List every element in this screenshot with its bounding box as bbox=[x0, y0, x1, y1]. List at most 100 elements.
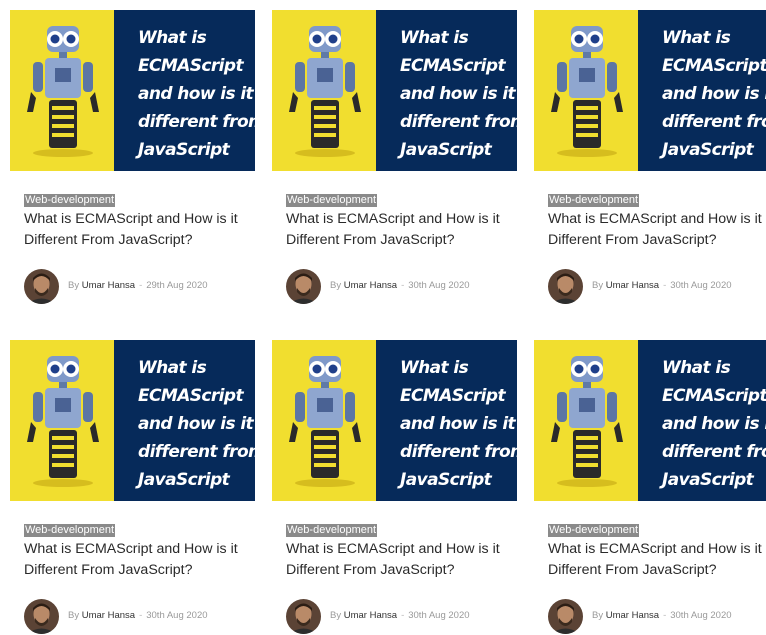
thumbnail-line: What is bbox=[138, 358, 207, 378]
thumbnail-line: What is bbox=[138, 28, 207, 48]
thumbnail-line: JavaScript bbox=[400, 140, 492, 160]
by-label: By bbox=[592, 610, 604, 621]
post-byline: By Umar Hansa -30th Aug 2020 bbox=[68, 610, 208, 621]
category-tag[interactable]: Web-development bbox=[286, 524, 378, 537]
post-thumbnail[interactable]: What is ECMAScript and how is it differe… bbox=[272, 340, 517, 501]
meta-separator: - bbox=[401, 610, 405, 621]
thumbnail-line: ECMAScript bbox=[400, 56, 506, 76]
by-label: By bbox=[330, 280, 342, 291]
post-date: 29th Aug 2020 bbox=[146, 280, 208, 291]
thumbnail-line: and how is it bbox=[400, 84, 516, 104]
thumbnail-line: and how is it bbox=[662, 414, 766, 434]
post-meta: By Umar Hansa -30th Aug 2020 bbox=[286, 269, 518, 305]
post-byline: By Umar Hansa -29th Aug 2020 bbox=[68, 280, 208, 291]
thumbnail-line: ECMAScript bbox=[662, 56, 766, 76]
post-thumbnail[interactable]: What is ECMAScript and how is it differe… bbox=[10, 10, 255, 171]
post-date: 30th Aug 2020 bbox=[670, 280, 732, 291]
thumbnail-line: different from bbox=[138, 442, 255, 462]
post-meta: By Umar Hansa -30th Aug 2020 bbox=[548, 269, 766, 305]
thumbnail-line: What is bbox=[662, 358, 731, 378]
meta-separator: - bbox=[663, 610, 667, 621]
thumbnail-line: different from bbox=[662, 442, 766, 462]
post-thumbnail[interactable]: What is ECMAScript and how is it differe… bbox=[534, 10, 766, 171]
thumbnail-line: JavaScript bbox=[662, 470, 754, 490]
category-tag[interactable]: Web-development bbox=[548, 524, 640, 537]
meta-separator: - bbox=[139, 610, 143, 621]
category-tag[interactable]: Web-development bbox=[24, 524, 116, 537]
thumbnail-headline: What is ECMAScript and how is it differe… bbox=[138, 354, 255, 494]
post-meta: By Umar Hansa -30th Aug 2020 bbox=[286, 599, 518, 635]
post-meta: By Umar Hansa -29th Aug 2020 bbox=[24, 269, 256, 305]
thumbnail-line: What is bbox=[662, 28, 731, 48]
author-name[interactable]: Umar Hansa bbox=[82, 610, 135, 621]
category-tag[interactable]: Web-development bbox=[24, 194, 116, 207]
post-title[interactable]: What is ECMAScript and How is it Differe… bbox=[286, 209, 518, 251]
post-byline: By Umar Hansa -30th Aug 2020 bbox=[330, 610, 470, 621]
thumbnail-line: and how is it bbox=[138, 414, 254, 434]
by-label: By bbox=[68, 280, 80, 291]
post-byline: By Umar Hansa -30th Aug 2020 bbox=[592, 280, 732, 291]
author-name[interactable]: Umar Hansa bbox=[606, 610, 659, 621]
author-name[interactable]: Umar Hansa bbox=[344, 280, 397, 291]
thumbnail-line: JavaScript bbox=[400, 470, 492, 490]
post-byline: By Umar Hansa -30th Aug 2020 bbox=[592, 610, 732, 621]
thumbnail-line: and how is it bbox=[400, 414, 516, 434]
thumbnail-line: ECMAScript bbox=[400, 386, 506, 406]
author-avatar[interactable] bbox=[548, 269, 583, 304]
robot-illustration-icon bbox=[551, 356, 623, 487]
thumbnail-line: ECMAScript bbox=[138, 56, 244, 76]
thumbnail-line: different from bbox=[138, 112, 255, 132]
thumbnail-line: ECMAScript bbox=[138, 386, 244, 406]
post-byline: By Umar Hansa -30th Aug 2020 bbox=[330, 280, 470, 291]
post-title[interactable]: What is ECMAScript and How is it Differe… bbox=[286, 539, 518, 581]
category-tag[interactable]: Web-development bbox=[286, 194, 378, 207]
thumbnail-headline: What is ECMAScript and how is it differe… bbox=[662, 24, 766, 164]
post-title[interactable]: What is ECMAScript and How is it Differe… bbox=[24, 209, 256, 251]
thumbnail-headline: What is ECMAScript and how is it differe… bbox=[400, 24, 517, 164]
robot-illustration-icon bbox=[27, 356, 99, 487]
author-avatar[interactable] bbox=[286, 599, 321, 634]
thumbnail-headline: What is ECMAScript and how is it differe… bbox=[400, 354, 517, 494]
thumbnail-line: What is bbox=[400, 28, 469, 48]
author-avatar[interactable] bbox=[548, 599, 583, 634]
author-name[interactable]: Umar Hansa bbox=[82, 280, 135, 291]
post-date: 30th Aug 2020 bbox=[146, 610, 208, 621]
post-date: 30th Aug 2020 bbox=[670, 610, 732, 621]
thumbnail-line: JavaScript bbox=[138, 140, 230, 160]
by-label: By bbox=[592, 280, 604, 291]
post-title[interactable]: What is ECMAScript and How is it Differe… bbox=[548, 209, 766, 251]
post-thumbnail[interactable]: What is ECMAScript and how is it differe… bbox=[10, 340, 255, 501]
thumbnail-line: ECMAScript bbox=[662, 386, 766, 406]
post-date: 30th Aug 2020 bbox=[408, 610, 470, 621]
post-meta: By Umar Hansa -30th Aug 2020 bbox=[548, 599, 766, 635]
by-label: By bbox=[68, 610, 80, 621]
thumbnail-headline: What is ECMAScript and how is it differe… bbox=[138, 24, 255, 164]
meta-separator: - bbox=[663, 280, 667, 291]
by-label: By bbox=[330, 610, 342, 621]
thumbnail-line: different from bbox=[400, 112, 517, 132]
robot-illustration-icon bbox=[27, 26, 99, 157]
thumbnail-line: JavaScript bbox=[662, 140, 754, 160]
meta-separator: - bbox=[401, 280, 405, 291]
thumbnail-line: and how is it bbox=[138, 84, 254, 104]
post-thumbnail[interactable]: What is ECMAScript and how is it differe… bbox=[534, 340, 766, 501]
post-meta: By Umar Hansa -30th Aug 2020 bbox=[24, 599, 256, 635]
author-name[interactable]: Umar Hansa bbox=[606, 280, 659, 291]
robot-illustration-icon bbox=[551, 26, 623, 157]
author-avatar[interactable] bbox=[286, 269, 321, 304]
author-avatar[interactable] bbox=[24, 269, 59, 304]
author-avatar[interactable] bbox=[24, 599, 59, 634]
author-name[interactable]: Umar Hansa bbox=[344, 610, 397, 621]
robot-illustration-icon bbox=[289, 356, 361, 487]
thumbnail-headline: What is ECMAScript and how is it differe… bbox=[662, 354, 766, 494]
meta-separator: - bbox=[139, 280, 143, 291]
thumbnail-line: What is bbox=[400, 358, 469, 378]
thumbnail-line: different from bbox=[400, 442, 517, 462]
post-title[interactable]: What is ECMAScript and How is it Differe… bbox=[548, 539, 766, 581]
post-title[interactable]: What is ECMAScript and How is it Differe… bbox=[24, 539, 256, 581]
thumbnail-line: different from bbox=[662, 112, 766, 132]
thumbnail-line: JavaScript bbox=[138, 470, 230, 490]
category-tag[interactable]: Web-development bbox=[548, 194, 640, 207]
post-thumbnail[interactable]: What is ECMAScript and how is it differe… bbox=[272, 10, 517, 171]
thumbnail-line: and how is it bbox=[662, 84, 766, 104]
